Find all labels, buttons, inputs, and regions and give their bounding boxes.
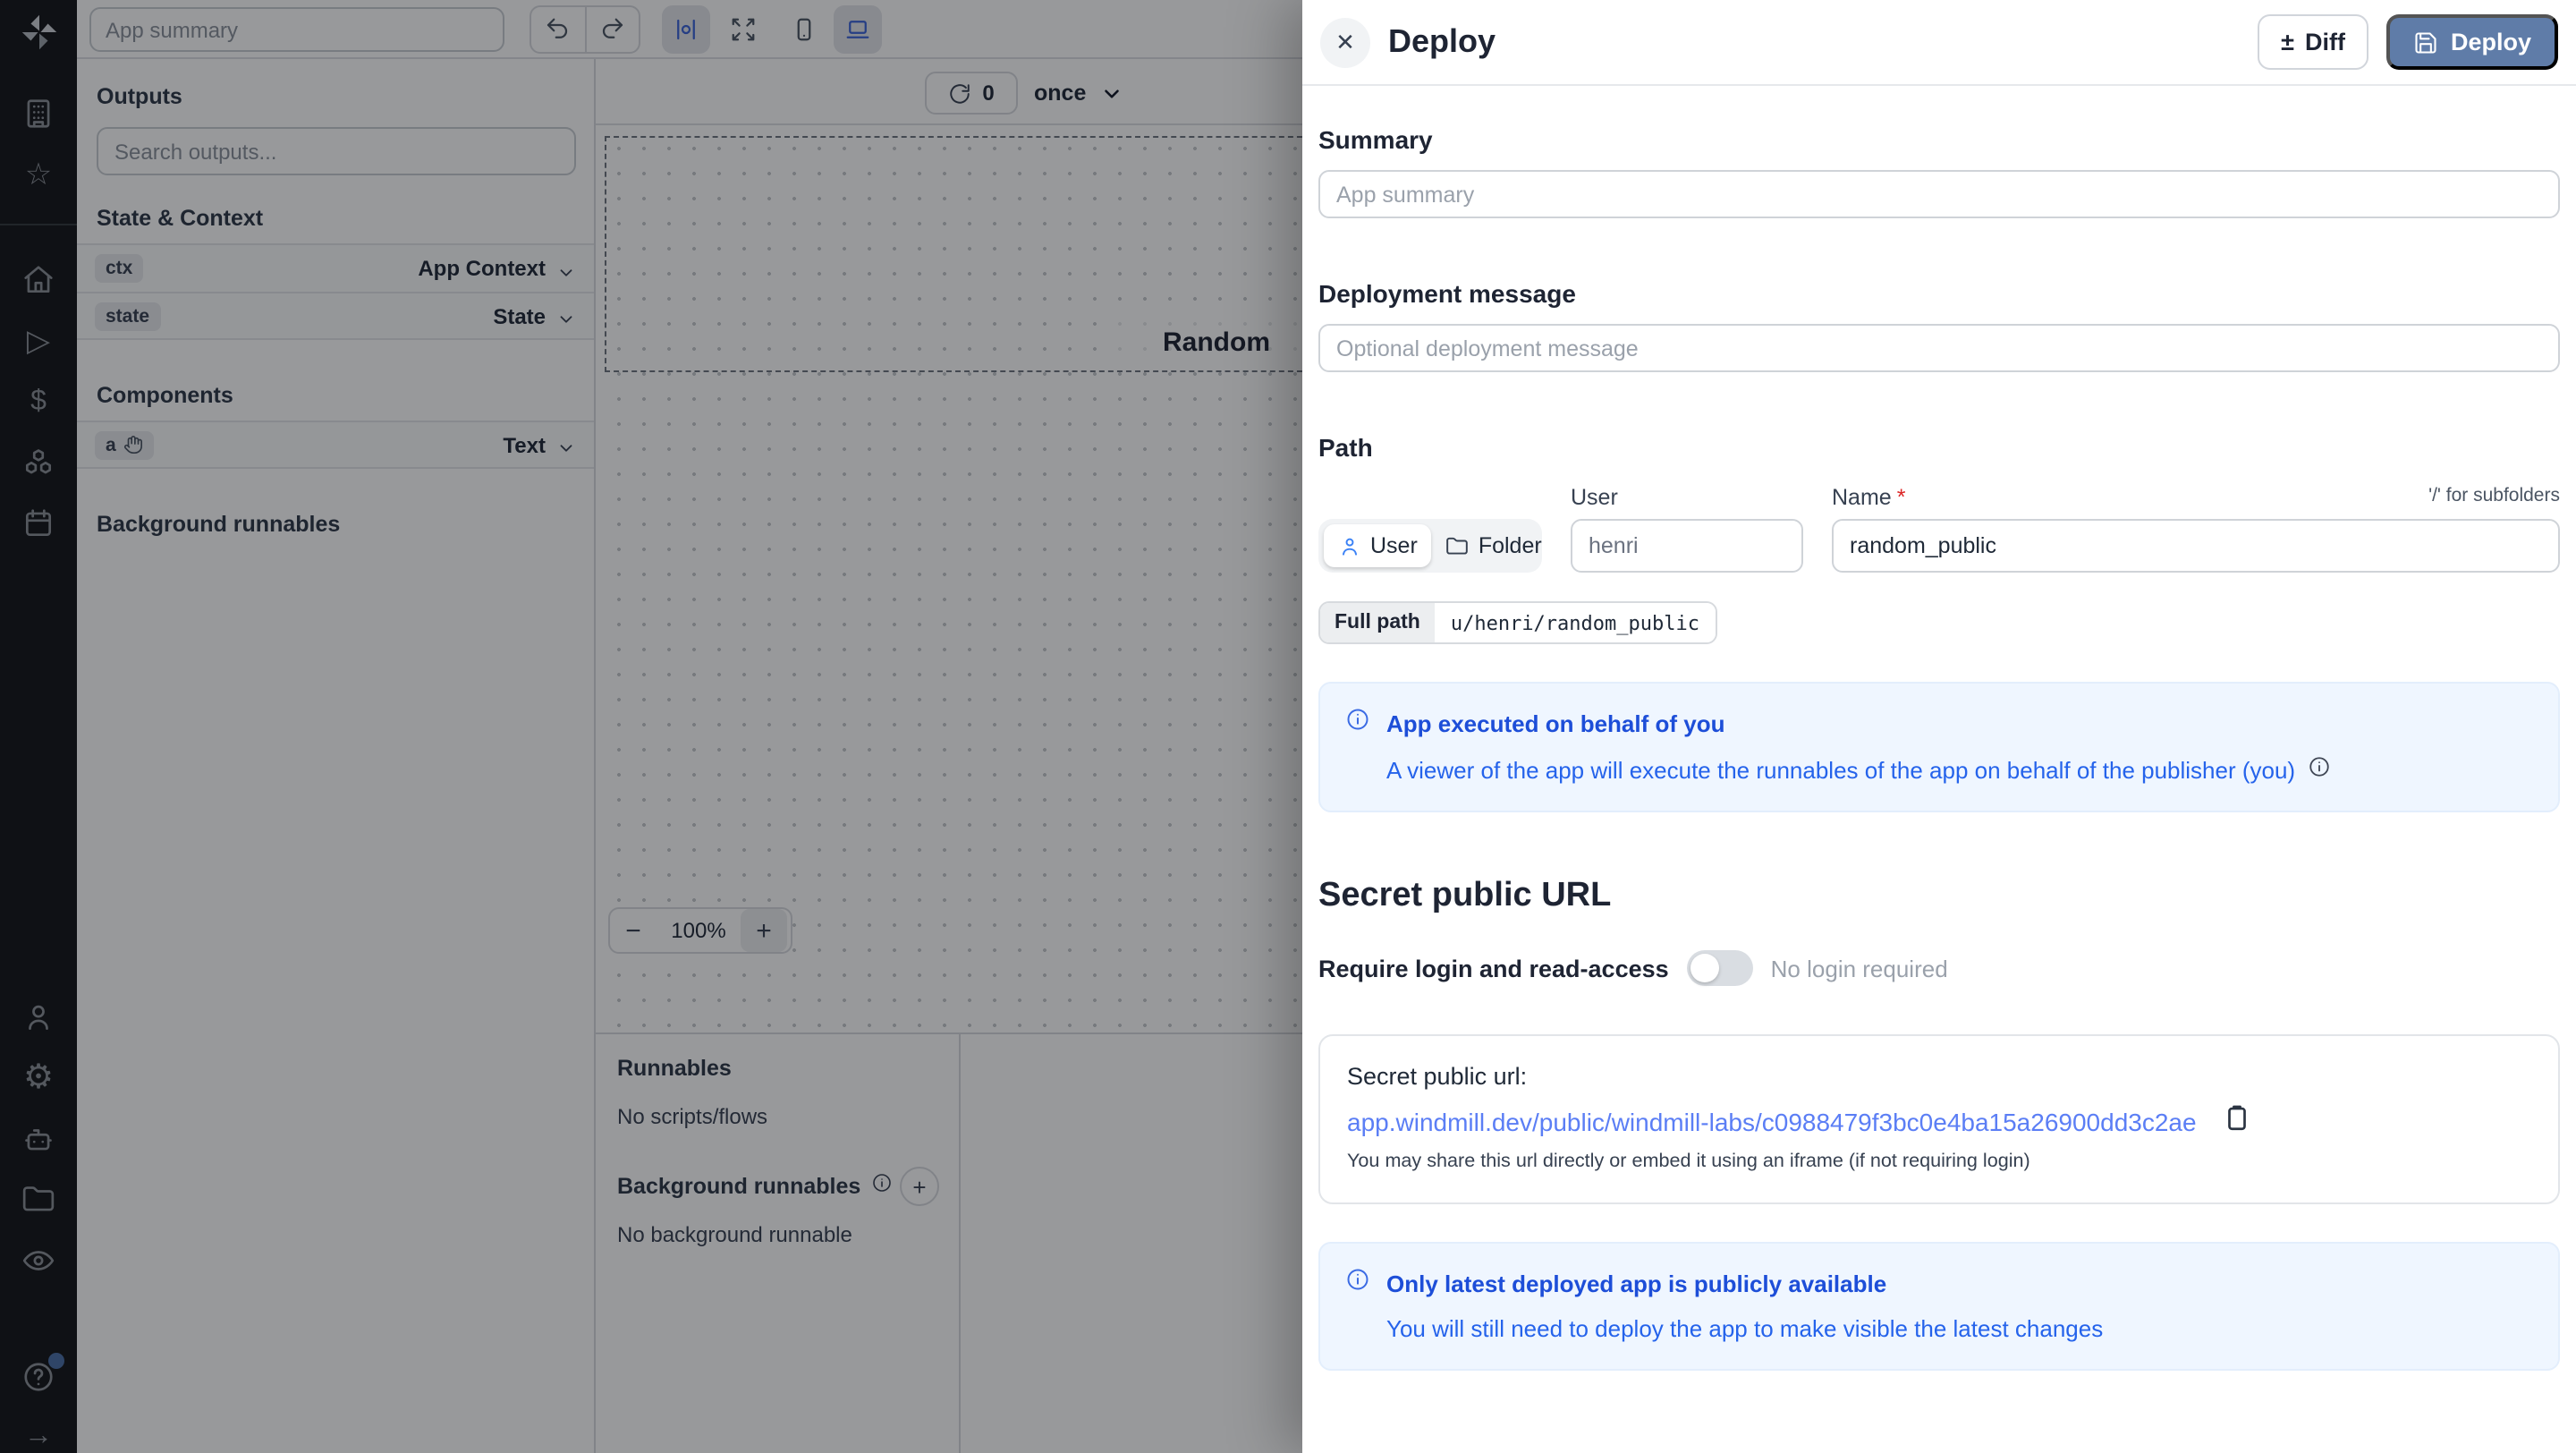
- login-state-text: No login required: [1771, 955, 1948, 981]
- path-label: Path: [1318, 433, 2560, 462]
- drawer-body: Summary Deployment message Path User Nam…: [1302, 125, 2576, 1371]
- modal-backdrop[interactable]: [0, 0, 1302, 1453]
- folder-icon: [1446, 534, 1470, 557]
- full-path-display: Full path u/henri/random_public: [1318, 601, 1717, 644]
- owner-user-label: User: [1370, 533, 1418, 558]
- owner-folder-label: Folder: [1479, 533, 1542, 558]
- secret-url-box: Secret public url: app.windmill.dev/publ…: [1318, 1034, 2560, 1204]
- info-icon: [1345, 1267, 1370, 1301]
- secret-url-link[interactable]: app.windmill.dev/public/windmill-labs/c0…: [1347, 1108, 2197, 1136]
- user-field-label: User: [1571, 485, 1803, 510]
- path-user-input[interactable]: [1571, 519, 1803, 573]
- execution-info-title: App executed on behalf of you: [1386, 710, 1725, 737]
- owner-user-option[interactable]: User: [1324, 524, 1432, 567]
- subfolder-hint: '/' for subfolders: [2428, 485, 2560, 510]
- diff-button[interactable]: ± Diff: [2258, 14, 2368, 70]
- path-name-input[interactable]: [1832, 519, 2560, 573]
- save-icon: [2413, 30, 2438, 55]
- require-login-row: Require login and read-access No login r…: [1318, 950, 2560, 986]
- full-path-label: Full path: [1320, 603, 1435, 642]
- close-button[interactable]: ✕: [1320, 17, 1370, 67]
- copy-clipboard-icon[interactable]: [2222, 1102, 2252, 1142]
- full-path-value: u/henri/random_public: [1435, 603, 1716, 642]
- diff-label: Diff: [2305, 29, 2345, 55]
- latest-deploy-info-title: Only latest deployed app is publicly ava…: [1386, 1270, 1886, 1297]
- latest-deploy-info-body: You will still need to deploy the app to…: [1386, 1315, 2103, 1342]
- summary-label: Summary: [1318, 125, 2560, 154]
- close-icon: ✕: [1335, 28, 1355, 56]
- secret-url-label: Secret public url:: [1347, 1063, 2531, 1090]
- require-login-label: Require login and read-access: [1318, 955, 1669, 981]
- person-icon: [1338, 534, 1361, 557]
- deploy-label: Deploy: [2451, 29, 2531, 55]
- info-icon: [1345, 707, 1370, 741]
- app-window: ☆ ▷ $ ⚙ →: [0, 0, 2576, 1453]
- name-field-label: Name: [1832, 485, 1892, 510]
- diff-icon: ±: [2281, 29, 2294, 55]
- required-asterisk: *: [1897, 485, 1906, 510]
- execution-info-body: A viewer of the app will execute the run…: [1386, 756, 2295, 783]
- info-icon[interactable]: [2308, 755, 2331, 784]
- path-row: User Folder: [1318, 519, 2560, 573]
- deploy-drawer: ✕ Deploy ± Diff Deploy Summary Deploymen…: [1302, 0, 2576, 1453]
- secret-url-note: You may share this url directly or embed…: [1347, 1151, 2531, 1172]
- secret-url-heading: Secret public URL: [1318, 877, 2560, 916]
- summary-input[interactable]: [1318, 170, 2560, 218]
- deployment-message-input[interactable]: [1318, 324, 2560, 372]
- owner-folder-option[interactable]: Folder: [1432, 524, 1556, 567]
- deploy-button[interactable]: Deploy: [2386, 14, 2558, 70]
- drawer-title: Deploy: [1388, 23, 1496, 61]
- deployment-message-label: Deployment message: [1318, 279, 2560, 308]
- require-login-toggle[interactable]: [1687, 950, 1753, 986]
- latest-deploy-info-box: Only latest deployed app is publicly ava…: [1318, 1242, 2560, 1371]
- drawer-header: ✕ Deploy ± Diff Deploy: [1302, 0, 2576, 86]
- path-field-labels: User Name * '/' for subfolders: [1318, 485, 2560, 510]
- execution-info-box: App executed on behalf of you A viewer o…: [1318, 682, 2560, 812]
- owner-kind-toggle: User Folder: [1318, 519, 1542, 573]
